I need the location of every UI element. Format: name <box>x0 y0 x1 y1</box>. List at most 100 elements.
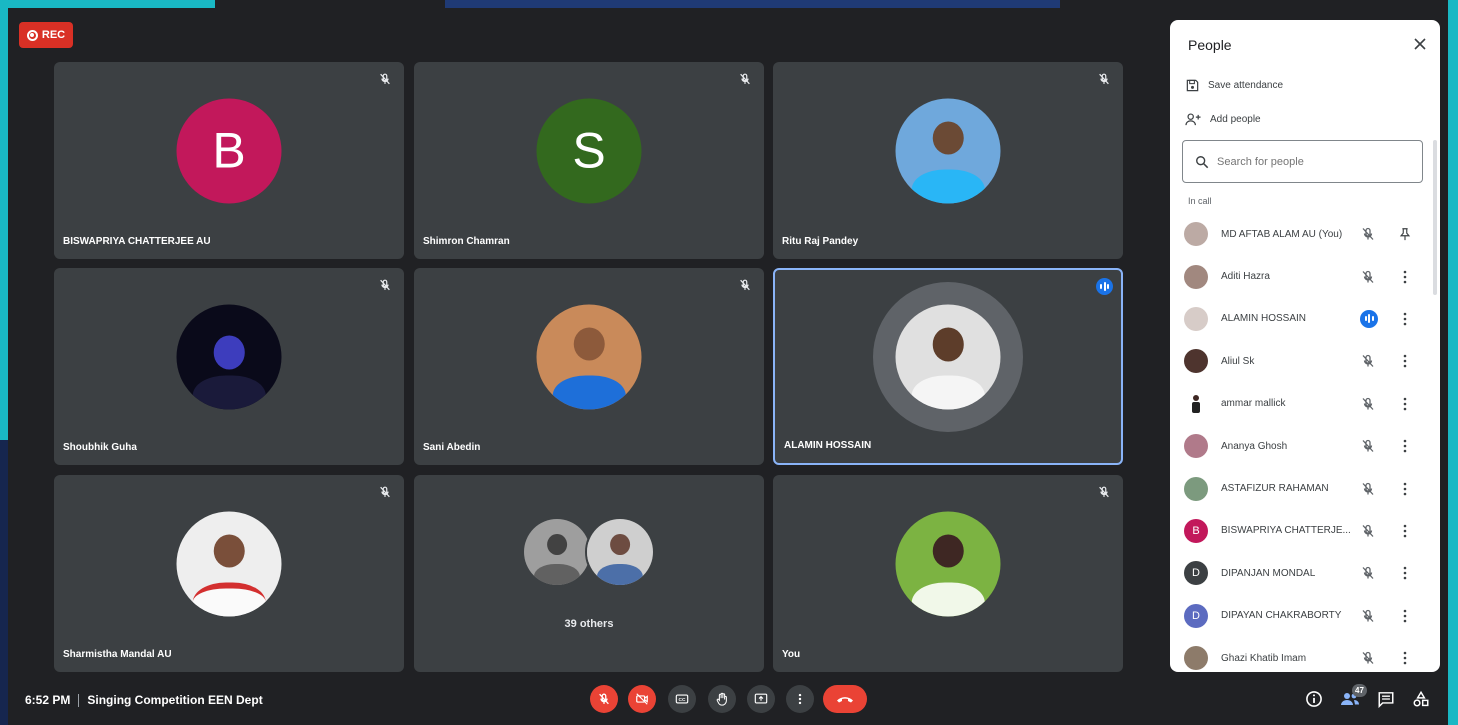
mic-off-icon <box>740 73 750 85</box>
scrollbar[interactable] <box>1433 140 1437 295</box>
recording-label: REC <box>41 29 66 41</box>
participant-tile[interactable]: S Shimron Chamran <box>414 62 764 259</box>
participant-tile[interactable]: Sharmistha Mandal AU <box>54 475 404 672</box>
participant-tile[interactable]: Sani Abedin <box>414 268 764 465</box>
close-icon[interactable] <box>1412 36 1428 52</box>
divider <box>78 694 80 708</box>
list-item[interactable]: ASTAFIZUR RAHAMAN <box>1170 467 1432 509</box>
participant-name: BISWAPRIYA CHATTERJEE AU <box>63 236 211 247</box>
avatar <box>1184 646 1208 671</box>
avatar <box>1184 476 1208 501</box>
more-options-icon[interactable] <box>1402 609 1408 623</box>
frame-decoration <box>445 0 1060 8</box>
speaking-indicator-icon <box>1360 309 1378 328</box>
add-person-icon <box>1185 113 1201 126</box>
participant-name: ammar mallick <box>1221 398 1286 410</box>
pin-icon[interactable] <box>1398 227 1412 241</box>
add-people-label: Add people <box>1210 114 1261 125</box>
avatar-initial: D <box>1192 609 1200 622</box>
panel-title: People <box>1188 37 1232 53</box>
participant-name: BISWAPRIYA CHATTERJE... <box>1221 525 1351 537</box>
add-people-button[interactable]: Add people <box>1185 112 1261 127</box>
participant-name: You <box>782 649 801 660</box>
mic-off-icon <box>1362 567 1374 580</box>
captions-button[interactable]: CC <box>668 685 696 713</box>
list-item[interactable]: ammar mallick <box>1170 383 1432 425</box>
avatar: B <box>1184 518 1208 543</box>
more-options-icon[interactable] <box>1402 482 1408 496</box>
more-options-icon[interactable] <box>1402 354 1408 368</box>
mic-off-icon <box>1099 486 1109 498</box>
list-item[interactable]: B BISWAPRIYA CHATTERJE... <box>1170 510 1432 552</box>
avatar <box>1184 349 1208 374</box>
more-options-icon[interactable] <box>1402 651 1408 665</box>
participant-name: Ananya Ghosh <box>1221 440 1288 452</box>
participant-tile[interactable]: Ritu Raj Pandey <box>773 62 1123 259</box>
present-button[interactable] <box>747 685 775 713</box>
participant-tile[interactable]: Shoubhik Guha <box>54 268 404 465</box>
mic-off-icon <box>1362 228 1374 241</box>
mic-off-icon <box>1362 651 1374 665</box>
activities-button[interactable] <box>1410 688 1432 710</box>
list-item[interactable]: D DIPAYAN CHAKRABORTY <box>1170 595 1432 637</box>
leave-call-button[interactable] <box>823 685 867 713</box>
more-options-icon[interactable] <box>1402 312 1408 326</box>
others-tile[interactable]: 39 others <box>414 475 764 672</box>
participant-tile-active-speaker[interactable]: ALAMIN HOSSAIN <box>773 268 1123 465</box>
clock: 6:52 PM <box>25 693 71 707</box>
participant-count-badge: 47 <box>1352 684 1367 697</box>
more-options-icon[interactable] <box>1402 270 1408 284</box>
list-item[interactable]: ALAMIN HOSSAIN <box>1170 298 1432 340</box>
more-options-icon[interactable] <box>1402 566 1408 580</box>
participant-tile-self[interactable]: You <box>773 475 1123 672</box>
participant-name: Sani Abedin <box>423 442 481 453</box>
list-item[interactable]: Aditi Hazra <box>1170 255 1432 297</box>
more-options-icon[interactable] <box>1402 439 1408 453</box>
mic-off-icon <box>1362 397 1374 410</box>
meeting-details-button[interactable] <box>1303 688 1325 710</box>
svg-text:CC: CC <box>679 697 686 703</box>
end-call-icon <box>837 697 853 703</box>
avatar <box>1184 391 1208 416</box>
avatar-initial: B <box>212 122 246 179</box>
list-item[interactable]: Ananya Ghosh <box>1170 425 1432 467</box>
list-item[interactable]: Aliul Sk <box>1170 340 1432 382</box>
save-attendance-button[interactable]: Save attendance <box>1185 78 1283 93</box>
info-icon <box>1306 691 1322 707</box>
raise-hand-button[interactable] <box>708 685 736 713</box>
more-options-icon[interactable] <box>1402 397 1408 411</box>
participant-name: Ghazi Khatib Imam <box>1221 652 1307 664</box>
meeting-info: 6:52 PM Singing Competition EEN Dept <box>25 693 263 708</box>
mic-off-icon <box>1362 270 1374 283</box>
search-input[interactable] <box>1217 155 1407 168</box>
people-button[interactable]: 47 <box>1339 684 1367 710</box>
participant-name: Shimron Chamran <box>423 236 510 247</box>
participant-list: MD AFTAB ALAM AU (You) Aditi Hazra ALAMI… <box>1170 213 1432 672</box>
more-options-button[interactable] <box>786 685 814 713</box>
participant-name: Sharmistha Mandal AU <box>63 649 172 660</box>
mic-toggle-button[interactable] <box>590 685 618 713</box>
avatar-initial: S <box>572 122 606 179</box>
camera-toggle-button[interactable] <box>628 685 656 713</box>
people-panel: People Save attendance Add people In cal… <box>1170 20 1440 672</box>
bottom-toolbar: 6:52 PM Singing Competition EEN Dept CC 4 <box>0 677 1458 725</box>
avatar: B <box>176 98 282 204</box>
chat-button[interactable] <box>1375 688 1397 710</box>
list-item[interactable]: MD AFTAB ALAM AU (You) <box>1170 213 1432 255</box>
speaking-indicator-icon <box>1096 278 1113 295</box>
avatar <box>1184 264 1208 289</box>
list-item[interactable]: Ghazi Khatib Imam <box>1170 637 1432 672</box>
save-icon <box>1186 79 1199 92</box>
chat-icon <box>1378 692 1394 708</box>
record-icon <box>26 29 38 41</box>
save-attendance-label: Save attendance <box>1208 80 1284 91</box>
avatar-initial: B <box>1192 524 1200 537</box>
participant-tile[interactable]: B BISWAPRIYA CHATTERJEE AU <box>54 62 404 259</box>
participant-name: Shoubhik Guha <box>63 442 137 453</box>
more-options-icon[interactable] <box>1402 524 1408 538</box>
people-search[interactable] <box>1182 140 1423 183</box>
list-item[interactable]: D DIPANJAN MONDAL <box>1170 552 1432 594</box>
frame-decoration <box>0 0 8 440</box>
camera-off-icon <box>636 693 648 705</box>
mic-off-icon <box>1099 73 1109 85</box>
